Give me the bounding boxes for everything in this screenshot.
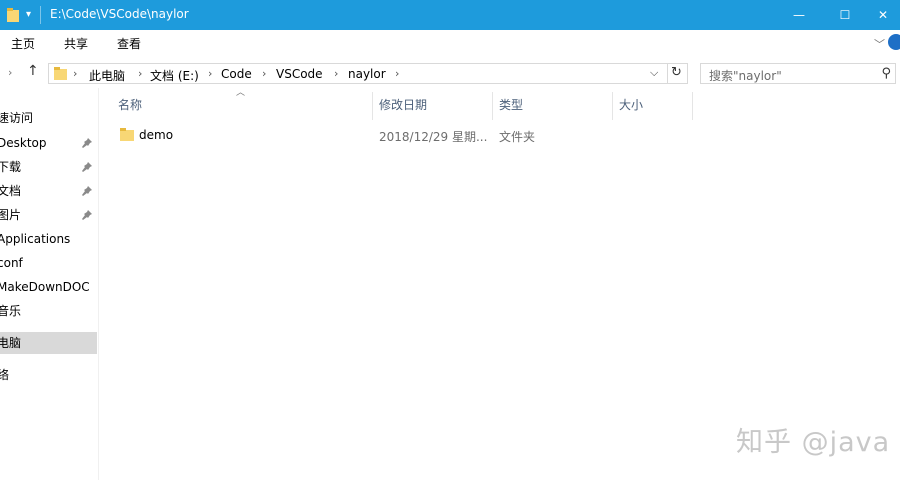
sidebar-item-label: 音乐 <box>0 304 22 318</box>
sidebar-item[interactable]: Desktop <box>0 132 97 154</box>
tab-share[interactable]: 共享 <box>64 35 88 52</box>
breadcrumb-this-pc[interactable]: 此电脑 <box>89 67 125 84</box>
title-bar: ▾ E:\Code\VSCode\naylor — ☐ ✕ <box>0 0 900 30</box>
column-divider[interactable] <box>612 92 613 120</box>
watermark: 知乎 @java <box>736 427 891 458</box>
breadcrumb-separator[interactable]: › <box>73 67 77 80</box>
pane-divider[interactable] <box>98 88 99 480</box>
breadcrumb-naylor[interactable]: naylor <box>348 67 386 81</box>
file-name: demo <box>139 128 174 142</box>
sidebar-item-label: 电脑 <box>0 336 22 350</box>
pin-icon <box>82 138 92 148</box>
file-type: 文件夹 <box>499 130 536 144</box>
pin-icon <box>82 162 92 172</box>
breadcrumb-separator[interactable]: › <box>262 67 266 80</box>
address-row: › ↑ › 此电脑 › 文档 (E:) › Code › VSCode › na… <box>0 58 900 88</box>
file-row[interactable]: demo 2018/12/29 星期... 文件夹 <box>112 124 692 146</box>
column-divider[interactable] <box>492 92 493 120</box>
sidebar-item[interactable]: 速访问 <box>0 107 97 129</box>
column-divider[interactable] <box>692 92 693 120</box>
up-arrow-icon[interactable]: ↑ <box>27 63 39 79</box>
sidebar-item[interactable]: MakeDownDOC <box>0 276 97 298</box>
column-header-date[interactable]: 修改日期 <box>379 96 427 113</box>
sidebar-item[interactable]: 图片 <box>0 204 97 226</box>
breadcrumb-separator[interactable]: › <box>208 67 212 80</box>
sidebar-item-label: 络 <box>0 368 10 382</box>
sidebar-item[interactable]: 电脑 <box>0 332 97 354</box>
tab-view[interactable]: 查看 <box>117 35 141 52</box>
refresh-icon[interactable]: ↻ <box>671 65 682 80</box>
sidebar-item[interactable]: 络 <box>0 364 97 386</box>
sidebar-item-label: conf <box>0 256 23 270</box>
ribbon: 主页 共享 查看 ﹀ <box>0 30 900 56</box>
column-header-type[interactable]: 类型 <box>499 96 523 113</box>
sidebar-item[interactable]: 音乐 <box>0 300 97 322</box>
sidebar-item-label: 下载 <box>0 160 22 174</box>
forward-arrow-icon[interactable]: › <box>8 66 12 79</box>
column-header-name[interactable]: 名称 <box>118 96 142 113</box>
breadcrumb-documents-drive[interactable]: 文档 (E:) <box>150 67 199 84</box>
sidebar-item-label: 速访问 <box>0 111 34 125</box>
pin-icon <box>82 210 92 220</box>
maximize-button[interactable]: ☐ <box>822 0 868 30</box>
breadcrumb-separator[interactable]: › <box>395 67 399 80</box>
quick-access-dropdown-icon[interactable]: ▾ <box>26 9 31 20</box>
folder-icon <box>54 67 67 80</box>
search-icon[interactable]: ⚲ <box>881 66 891 81</box>
breadcrumb-vscode[interactable]: VSCode <box>276 67 323 81</box>
column-header-size[interactable]: 大小 <box>619 96 643 113</box>
window-title: E:\Code\VSCode\naylor <box>50 7 189 21</box>
sidebar-item[interactable]: conf <box>0 252 97 274</box>
close-button[interactable]: ✕ <box>866 0 900 30</box>
breadcrumb-separator[interactable]: › <box>334 67 338 80</box>
ribbon-expand-icon[interactable]: ﹀ <box>874 36 885 52</box>
address-bar[interactable]: › 此电脑 › 文档 (E:) › Code › VSCode › naylor… <box>48 63 688 84</box>
folder-icon <box>120 128 134 141</box>
pin-icon <box>82 186 92 196</box>
sidebar-item[interactable]: 文档 <box>0 180 97 202</box>
sidebar-item-label: Applications <box>0 232 71 246</box>
column-divider[interactable] <box>372 92 373 120</box>
address-dropdown-icon[interactable]: ⌵ <box>650 66 658 80</box>
folder-icon[interactable] <box>7 8 19 22</box>
sidebar-item[interactable]: 下载 <box>0 156 97 178</box>
address-divider <box>667 64 668 83</box>
help-icon[interactable] <box>888 34 900 50</box>
minimize-icon: — <box>793 8 805 22</box>
sort-ascending-icon: ︿ <box>236 88 246 98</box>
sidebar-item-label: 图片 <box>0 208 22 222</box>
search-input[interactable]: 搜索"naylor" ⚲ <box>700 63 896 84</box>
breadcrumb-code[interactable]: Code <box>221 67 252 81</box>
title-separator <box>40 6 41 24</box>
sidebar-item-label: Desktop <box>0 136 47 150</box>
sidebar-item-label: 文档 <box>0 184 22 198</box>
breadcrumb-separator[interactable]: › <box>138 67 142 80</box>
sidebar-item-label: MakeDownDOC <box>0 280 90 294</box>
maximize-icon: ☐ <box>839 8 851 22</box>
file-date: 2018/12/29 星期... <box>379 130 488 144</box>
minimize-button[interactable]: — <box>776 0 822 30</box>
tab-home[interactable]: 主页 <box>11 35 35 52</box>
sidebar-item[interactable]: Applications <box>0 228 97 250</box>
navigation-pane: 速访问 Desktop 下载文档图片 Applications conf MakeDown… <box>0 88 98 480</box>
search-placeholder: 搜索"naylor" <box>709 69 782 83</box>
close-icon: ✕ <box>877 8 889 22</box>
